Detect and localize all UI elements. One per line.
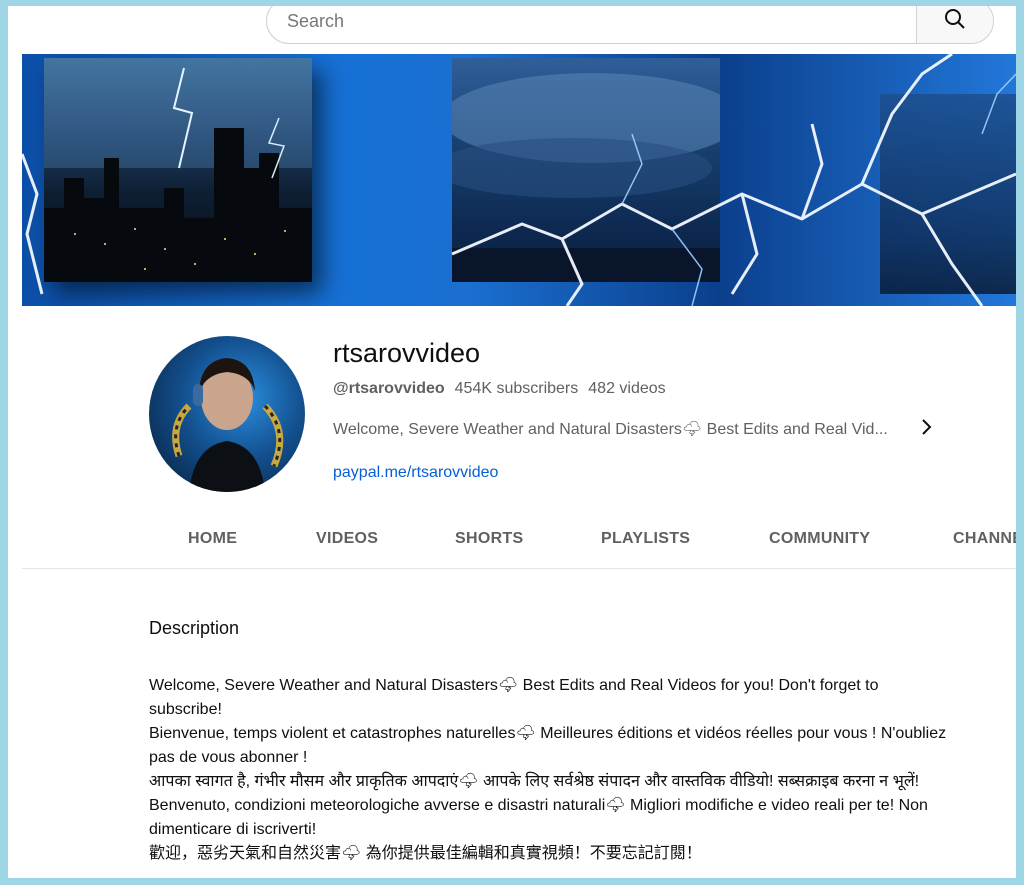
search-bar <box>266 6 994 44</box>
channel-meta: @rtsarovvideo 454K subscribers 482 video… <box>333 380 666 398</box>
tab-community[interactable]: COMMUNITY <box>769 530 870 548</box>
description-heading: Description <box>149 618 240 638</box>
description-preview-text: Welcome, Severe Weather and Natural Disa… <box>333 421 888 438</box>
description-line-en: Welcome, Severe Weather and Natural Disa… <box>149 677 879 718</box>
description-line-fr: Bienvenue, temps violent et catastrophes… <box>149 725 947 766</box>
description-line-zh: 歡迎，惡劣天氣和自然災害🌩 為你提供最佳編輯和真實視頻！不要忘記訂閱！ <box>149 845 702 862</box>
tab-home[interactable]: HOME <box>188 530 237 548</box>
tab-shorts[interactable]: SHORTS <box>455 530 523 548</box>
search-button[interactable] <box>916 6 993 43</box>
subscriber-count: 454K subscribers <box>454 380 579 397</box>
search-icon <box>943 7 967 36</box>
page-frame: rtsarovvideo @rtsarovvideo 454K subscrib… <box>8 6 1016 878</box>
chevron-right-icon <box>919 418 933 441</box>
description-line-it: Benvenuto, condizioni meteorologiche avv… <box>149 797 928 838</box>
channel-handle: @rtsarovvideo <box>333 380 445 397</box>
tab-channels[interactable]: CHANNELS <box>953 530 1016 548</box>
channel-banner <box>22 54 1016 306</box>
channel-avatar[interactable] <box>149 336 305 492</box>
tab-playlists[interactable]: PLAYLISTS <box>601 530 690 548</box>
channel-link[interactable]: paypal.me/rtsarovvideo <box>333 464 498 482</box>
description-line-hi: आपका स्वागत है, गंभीर मौसम और प्राकृतिक … <box>149 773 920 790</box>
description-text: Welcome, Severe Weather and Natural Disa… <box>149 674 949 866</box>
lightning-graphic <box>22 54 1016 306</box>
video-count: 482 videos <box>588 380 666 397</box>
tab-videos[interactable]: VIDEOS <box>316 530 378 548</box>
search-input[interactable] <box>267 6 916 43</box>
channel-tabs: HOME VIDEOS SHORTS PLAYLISTS COMMUNITY C… <box>22 516 1016 569</box>
channel-name: rtsarovvideo <box>333 338 481 368</box>
channel-description-preview[interactable]: Welcome, Severe Weather and Natural Disa… <box>333 418 933 440</box>
